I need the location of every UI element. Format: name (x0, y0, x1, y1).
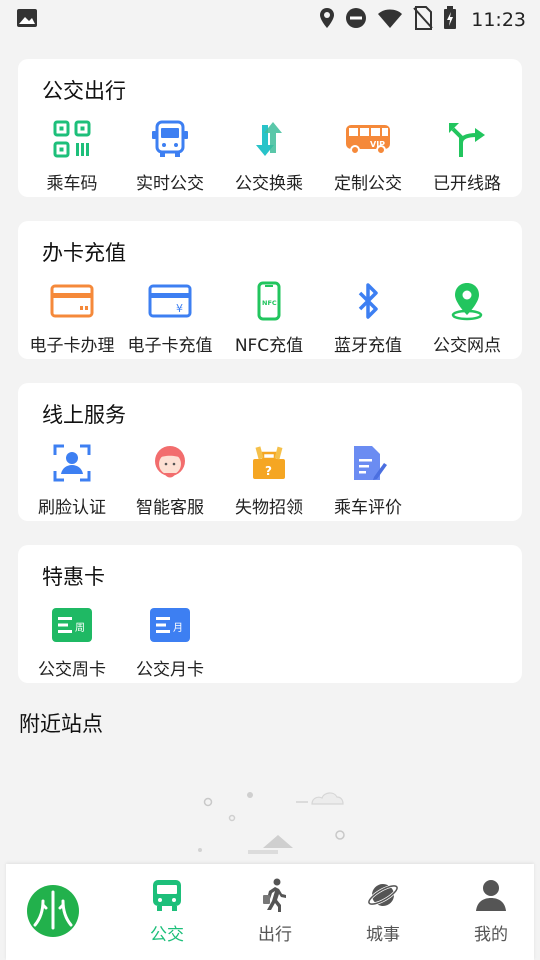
route-fork-icon (447, 119, 487, 159)
section-title: 公交出行 (42, 79, 126, 103)
tab-travel[interactable]: 出行 (230, 878, 320, 948)
battery-charging-icon (443, 6, 457, 34)
item-label: 智能客服 (136, 498, 204, 518)
planet-icon (366, 878, 400, 912)
card-discount-cards: 特惠卡 周 公交周卡 月 公交月卡 (18, 545, 522, 683)
item-label: 公交换乘 (235, 174, 303, 194)
svg-text:月: 月 (173, 622, 183, 634)
monthly-card-icon: 月 (148, 605, 192, 645)
ride-code-button[interactable]: 乘车码 (22, 115, 122, 195)
tab-label: 公交 (150, 925, 184, 945)
transfer-arrows-icon (249, 119, 289, 159)
open-routes-button[interactable]: 已开线路 (417, 115, 517, 195)
item-label: 蓝牙充值 (334, 336, 402, 356)
item-label: 实时公交 (136, 174, 204, 194)
card-card-recharge: 办卡充值 电子卡办理 ¥ 电子卡充值 NFC NFC充值 蓝牙充值 公交网点 (18, 221, 522, 359)
nfc-phone-icon: NFC (249, 281, 289, 321)
svg-text:?: ? (265, 464, 272, 478)
item-label: 公交月卡 (136, 660, 204, 680)
bus-transfer-button[interactable]: 公交换乘 (219, 115, 319, 195)
section-title: 特惠卡 (42, 565, 105, 589)
customer-service-icon (150, 443, 190, 483)
item-label: NFC充值 (234, 336, 304, 356)
wifi-status-icon (377, 7, 403, 33)
section-title: 线上服务 (42, 403, 126, 427)
bluetooth-icon (348, 281, 388, 321)
walking-person-icon (258, 878, 292, 914)
ecard-recharge-button[interactable]: ¥ 电子卡充值 (120, 277, 220, 357)
bus-icon (150, 119, 190, 159)
tab-bus[interactable]: 公交 (122, 878, 212, 948)
face-scan-icon (52, 443, 92, 483)
item-label: 电子卡充值 (127, 336, 213, 356)
status-bar: 11:23 (0, 0, 540, 36)
card-bus-travel: 公交出行 乘车码 实时公交 公交换乘 VIP 定制公交 已开线路 (18, 59, 522, 197)
item-label: 公交网点 (433, 336, 501, 356)
app-logo[interactable] (26, 884, 80, 938)
bus-outlets-button[interactable]: 公交网点 (417, 277, 517, 357)
empty-state-illustration (190, 780, 383, 860)
item-label: 公交周卡 (38, 660, 106, 680)
item-label: 电子卡办理 (29, 336, 115, 356)
bluetooth-recharge-button[interactable]: 蓝牙充值 (318, 277, 418, 357)
custom-bus-button[interactable]: VIP 定制公交 (318, 115, 418, 195)
bus-tab-icon (150, 878, 184, 912)
review-edit-icon (348, 443, 388, 483)
face-auth-button[interactable]: 刷脸认证 (22, 439, 122, 519)
location-pin-icon (447, 281, 487, 321)
item-label: 刷脸认证 (38, 498, 106, 518)
lost-found-icon: ? (249, 443, 289, 483)
user-icon (474, 878, 508, 912)
ecard-apply-button[interactable]: 电子卡办理 (22, 277, 122, 357)
tab-label: 我的 (474, 925, 508, 945)
monthly-card-button[interactable]: 月 公交月卡 (120, 601, 220, 681)
item-label: 定制公交 (334, 174, 402, 194)
svg-text:周: 周 (75, 622, 85, 634)
no-sim-status-icon (413, 6, 433, 34)
card-icon (50, 281, 94, 321)
weekly-card-button[interactable]: 周 公交周卡 (22, 601, 122, 681)
nfc-recharge-button[interactable]: NFC NFC充值 (219, 277, 319, 357)
tab-label: 城事 (366, 925, 400, 945)
item-label: 乘车码 (46, 174, 98, 194)
tab-city[interactable]: 城事 (338, 878, 428, 948)
card-yen-icon: ¥ (148, 281, 192, 321)
tab-label: 出行 (258, 925, 292, 945)
weekly-card-icon: 周 (50, 605, 94, 645)
vip-bus-icon: VIP (344, 119, 392, 159)
location-status-icon (319, 7, 335, 33)
item-label: 已开线路 (433, 174, 501, 194)
qr-code-icon (52, 119, 92, 159)
card-online-services: 线上服务 刷脸认证 智能客服 ? 失物招领 乘车评价 (18, 383, 522, 521)
svg-text:NFC: NFC (262, 299, 277, 307)
status-time: 11:23 (471, 9, 526, 31)
section-title: 办卡充值 (42, 241, 126, 265)
tab-mine[interactable]: 我的 (446, 878, 536, 948)
bottom-tab-bar: 公交 出行 城事 我的 (6, 864, 534, 960)
item-label: 乘车评价 (334, 498, 402, 518)
dnd-status-icon (345, 7, 367, 33)
lost-found-button[interactable]: ? 失物招领 (219, 439, 319, 519)
nearby-stations-title: 附近站点 (19, 712, 103, 736)
realtime-bus-button[interactable]: 实时公交 (120, 115, 220, 195)
ride-review-button[interactable]: 乘车评价 (318, 439, 418, 519)
smart-service-button[interactable]: 智能客服 (120, 439, 220, 519)
item-label: 失物招领 (235, 498, 303, 518)
svg-text:¥: ¥ (176, 302, 183, 315)
image-notification-icon (16, 8, 38, 32)
